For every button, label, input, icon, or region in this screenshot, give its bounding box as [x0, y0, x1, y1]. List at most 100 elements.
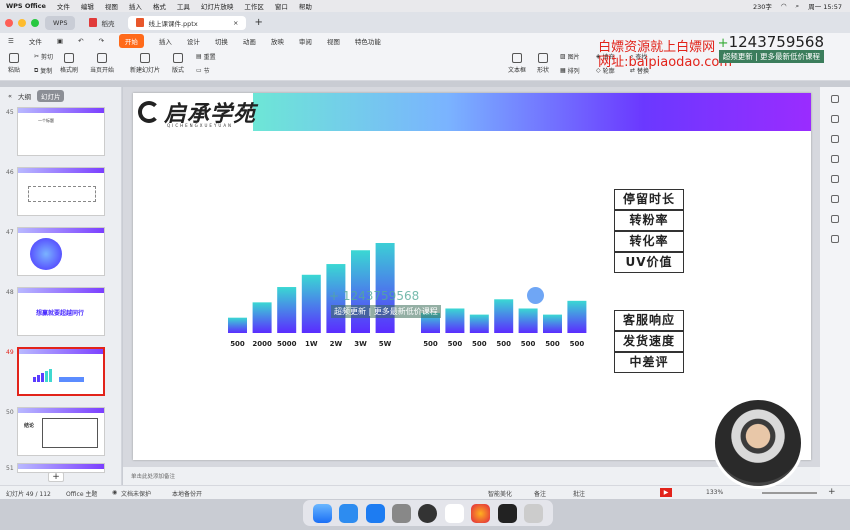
textbox-button[interactable]: 文本框 — [508, 53, 526, 74]
bar-1-500[interactable] — [228, 317, 247, 333]
slide-thumbnail-47[interactable] — [17, 227, 105, 276]
comments-toggle[interactable]: 批注 — [573, 489, 585, 498]
slide-thumbnail-48[interactable]: 想赢就要超越同行 — [17, 287, 105, 336]
bar-2-500[interactable] — [567, 300, 587, 333]
close-window-icon[interactable] — [5, 18, 13, 27]
ribbon-tab-review[interactable]: 审阅 — [299, 36, 312, 46]
play-slideshow-icon[interactable]: ▶ — [660, 488, 672, 497]
wifi-icon[interactable]: ◠ — [781, 2, 787, 10]
ribbon-tab-insert[interactable]: 插入 — [159, 36, 172, 46]
zoom-window-icon[interactable] — [31, 18, 39, 27]
menu-help[interactable]: 帮助 — [299, 1, 312, 11]
ribbon-tab-slideshow[interactable]: 放映 — [271, 36, 284, 46]
menu-view[interactable]: 视图 — [105, 1, 118, 11]
new-tab-icon[interactable]: + — [254, 17, 262, 28]
menu-slideshow[interactable]: 幻灯片放映 — [201, 1, 234, 11]
zoom-slider[interactable] — [762, 492, 817, 494]
zoom-level[interactable]: 133% — [706, 489, 723, 496]
label-box-dwell-time[interactable]: 停留时长 — [614, 189, 684, 210]
ribbon-tab-view[interactable]: 视图 — [327, 36, 340, 46]
arrange-button[interactable]: ▦ 排列 — [560, 66, 580, 75]
smart-beautify-button[interactable]: 智能美化 — [488, 489, 512, 498]
tab-outline[interactable]: 大纲 — [18, 91, 31, 101]
select-icon[interactable] — [831, 95, 839, 103]
bar-2-500[interactable] — [494, 299, 514, 333]
tab-wps[interactable]: WPS — [45, 15, 76, 30]
layout-button[interactable]: 版式 — [172, 53, 184, 74]
layers-icon[interactable] — [831, 175, 839, 183]
protect-status[interactable]: 文档未保护 — [121, 489, 151, 498]
menu-workspace[interactable]: 工作区 — [244, 1, 264, 11]
label-box-follow-rate[interactable]: 转粉率 — [614, 210, 684, 231]
bar-1-5W[interactable] — [375, 243, 395, 333]
save-icon[interactable]: ▣ — [57, 37, 63, 45]
label-box-service-response[interactable]: 客服响应 — [614, 310, 684, 331]
label-box-uv-value[interactable]: UV价值 — [614, 252, 684, 273]
ribbon-tab-design[interactable]: 设计 — [187, 36, 200, 46]
quicktime-icon[interactable] — [418, 503, 438, 523]
menu-tools[interactable]: 工具 — [177, 1, 190, 11]
properties-icon[interactable] — [831, 135, 839, 143]
notes-field[interactable]: 单击此处添加备注 — [123, 467, 820, 485]
bar-2-500[interactable] — [469, 314, 489, 333]
clock[interactable]: 周一 15:57 — [808, 1, 842, 11]
ribbon-tab-special[interactable]: 特色功能 — [355, 36, 381, 46]
close-tab-icon[interactable]: × — [233, 19, 238, 27]
ribbon-tab-home[interactable]: 开始 — [118, 34, 144, 48]
collapse-panel-icon[interactable]: « — [8, 92, 12, 100]
shape-button[interactable]: 形状 — [537, 53, 549, 74]
reset-button[interactable]: ▤ 重置 — [196, 52, 216, 61]
undo-icon[interactable]: ↶ — [78, 37, 83, 45]
notes-toggle[interactable]: 备注 — [534, 489, 546, 498]
redo-icon[interactable]: ↷ — [98, 37, 103, 45]
menu-file[interactable]: 文件 — [57, 1, 70, 11]
hamburger-icon[interactable]: ☰ — [8, 37, 14, 45]
slide-thumbnail-45[interactable]: 一个标题 — [17, 107, 105, 156]
menu-edit[interactable]: 编辑 — [81, 1, 94, 11]
minimize-window-icon[interactable] — [18, 18, 26, 27]
menu-window[interactable]: 窗口 — [275, 1, 288, 11]
app-menu[interactable]: WPS Office — [6, 2, 46, 10]
bar-2-500[interactable] — [518, 308, 538, 333]
recorder-icon[interactable] — [497, 503, 517, 523]
finder-icon[interactable] — [312, 503, 332, 523]
menu-format[interactable]: 格式 — [153, 1, 166, 11]
firefox-icon[interactable] — [471, 503, 491, 523]
slide-thumbnail-50[interactable]: 结论 — [17, 407, 105, 456]
wps-icon[interactable] — [444, 503, 464, 523]
play-from-current-button[interactable]: 当页开始 — [90, 53, 114, 74]
ribbon-tab-animation[interactable]: 动画 — [243, 36, 256, 46]
label-box-conversion-rate[interactable]: 转化率 — [614, 231, 684, 252]
ribbon-tab-transition[interactable]: 切换 — [215, 36, 228, 46]
label-box-shipping-speed[interactable]: 发货速度 — [614, 331, 684, 352]
slide-thumbnail-46[interactable] — [17, 167, 105, 216]
zoom-in-icon[interactable]: + — [828, 487, 836, 497]
picture-button[interactable]: ▨ 图片 — [560, 52, 580, 61]
bar-2-500[interactable] — [543, 314, 562, 333]
copy-button[interactable]: ⧉ 复制 — [34, 66, 52, 76]
animation-icon[interactable] — [831, 155, 839, 163]
tab-document[interactable]: 线上课课件.pptx × — [128, 15, 247, 30]
share-icon[interactable] — [831, 235, 839, 243]
ribbon-tab-file[interactable]: 文件 — [29, 36, 42, 46]
paste-button[interactable]: 粘贴 — [8, 53, 20, 74]
shape-icon[interactable] — [831, 115, 839, 123]
add-slide-button[interactable]: + — [48, 472, 64, 482]
safari-icon[interactable] — [339, 503, 359, 523]
menu-insert[interactable]: 插入 — [129, 1, 142, 11]
image-icon[interactable] — [831, 215, 839, 223]
cut-button[interactable]: ✂ 剪切 — [34, 52, 53, 61]
section-button[interactable]: ▭ 节 — [196, 66, 210, 75]
style-icon[interactable] — [831, 195, 839, 203]
slide-thumbnail-49[interactable] — [17, 347, 105, 396]
format-painter-button[interactable]: 格式刷 — [60, 53, 78, 74]
tab-slides[interactable]: 幻灯片 — [36, 90, 65, 102]
bar-2-500[interactable] — [445, 308, 465, 333]
search-icon[interactable]: ⌕ — [796, 2, 800, 11]
tab-docer[interactable]: 稻壳 — [81, 16, 122, 30]
trash-icon[interactable] — [524, 503, 544, 523]
bar-1-2000[interactable] — [252, 302, 272, 333]
bar-1-1W[interactable] — [301, 274, 321, 333]
label-box-bad-reviews[interactable]: 中差评 — [614, 352, 684, 373]
backup-status[interactable]: 本地备份开 — [172, 489, 202, 498]
